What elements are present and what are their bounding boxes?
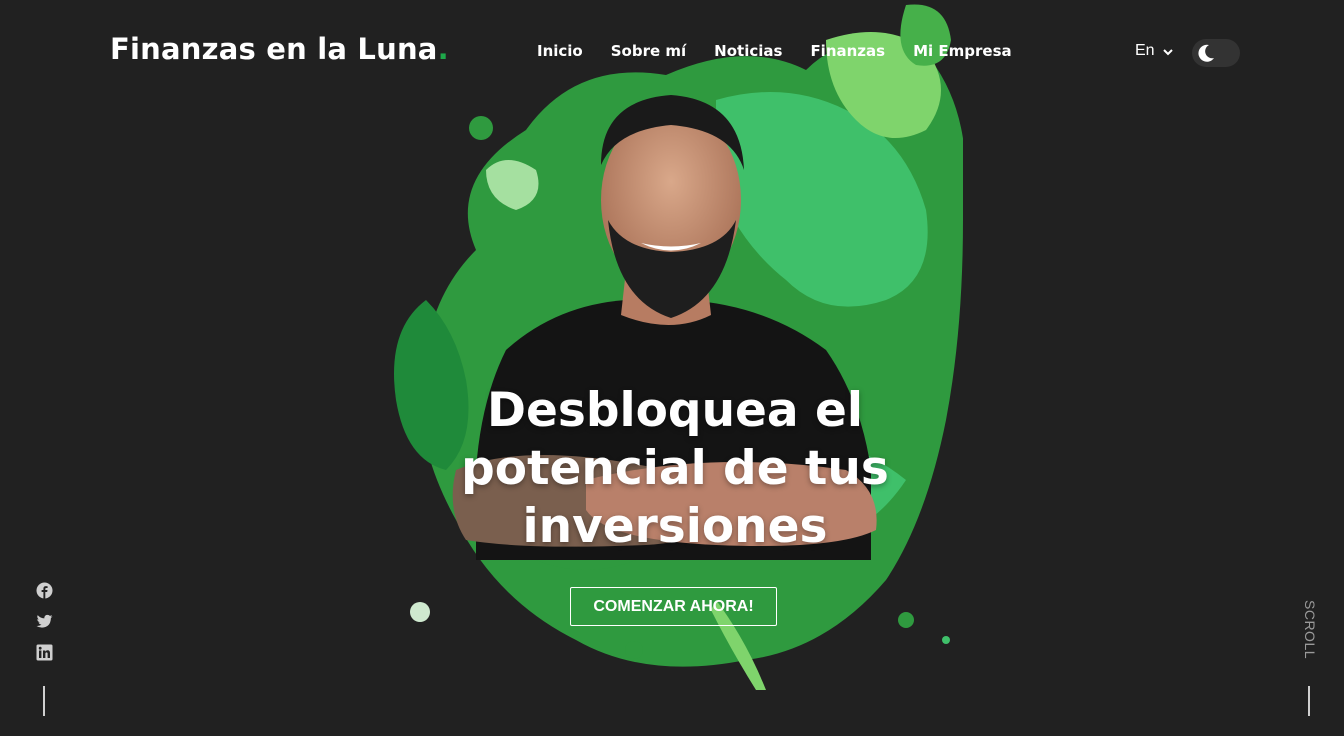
hero-title-line1: Desbloquea el <box>487 383 863 438</box>
scroll-indicator-label[interactable]: SCROLL <box>1298 600 1318 666</box>
nav-item-sobre-mi[interactable]: Sobre mí <box>611 42 686 60</box>
hero-title: Desbloquea el potencial de tus inversion… <box>420 382 930 556</box>
hero-title-line3: inversiones <box>522 499 828 554</box>
facebook-icon[interactable] <box>36 582 53 599</box>
linkedin-icon[interactable] <box>36 644 53 661</box>
scroll-indicator-line <box>1308 686 1310 716</box>
nav-item-mi-empresa[interactable]: Mi Empresa <box>913 42 1012 60</box>
twitter-icon[interactable] <box>36 613 53 630</box>
chevron-down-icon <box>1162 48 1173 55</box>
page: Finanzas en la Luna. Inicio Sobre mí Not… <box>0 0 1344 736</box>
nav-item-finanzas[interactable]: Finanzas <box>810 42 885 60</box>
language-label: En <box>1135 42 1155 59</box>
nav-item-noticias[interactable]: Noticias <box>714 42 782 60</box>
social-divider-line <box>43 686 45 716</box>
theme-toggle[interactable] <box>1192 39 1240 67</box>
start-now-button[interactable]: COMENZAR AHORA! <box>570 587 777 626</box>
nav-item-inicio[interactable]: Inicio <box>537 42 583 60</box>
social-links <box>36 582 53 661</box>
main-nav: Inicio Sobre mí Noticias Finanzas Mi Emp… <box>537 42 1040 60</box>
moon-icon <box>1198 44 1214 62</box>
language-selector[interactable]: En <box>1135 42 1173 60</box>
hero-title-line2: potencial de tus <box>461 441 889 496</box>
